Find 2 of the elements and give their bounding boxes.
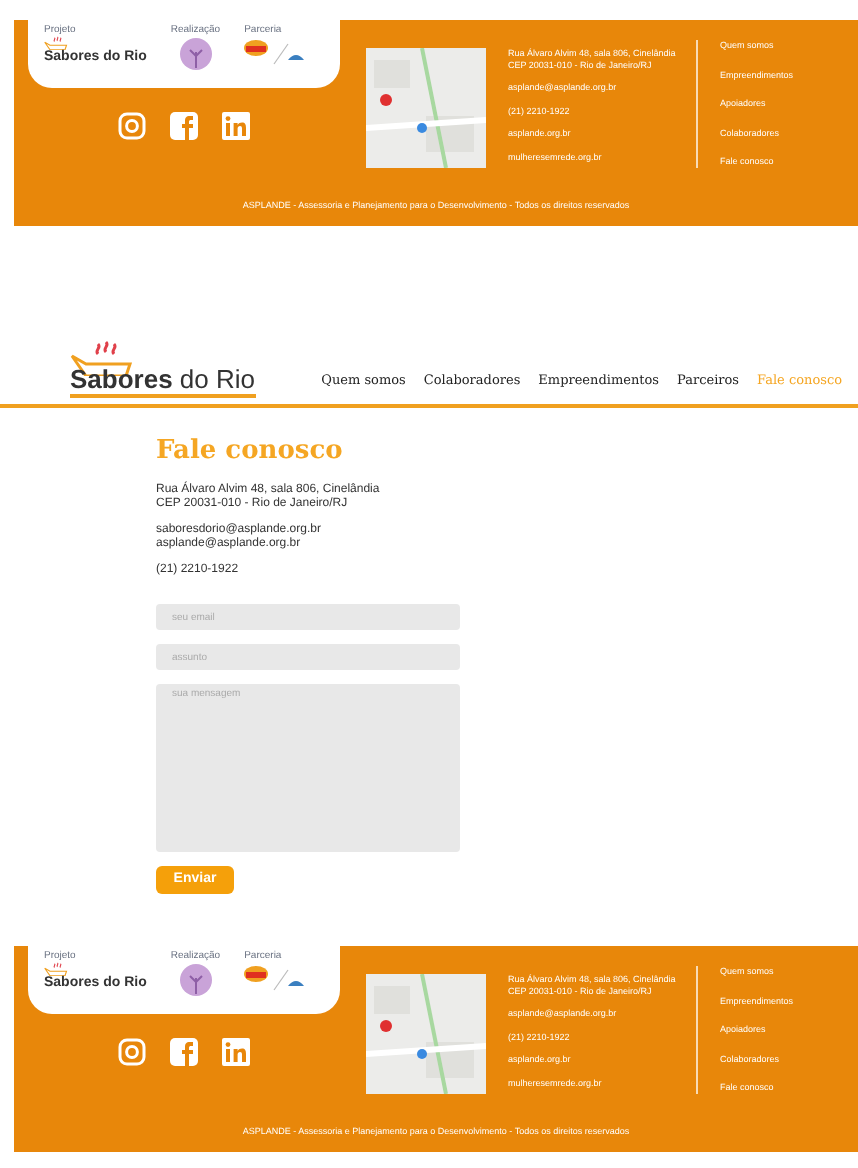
brand-logo-text: Sabores do Rio [70, 364, 256, 394]
page-title: Fale conosco [156, 436, 345, 468]
